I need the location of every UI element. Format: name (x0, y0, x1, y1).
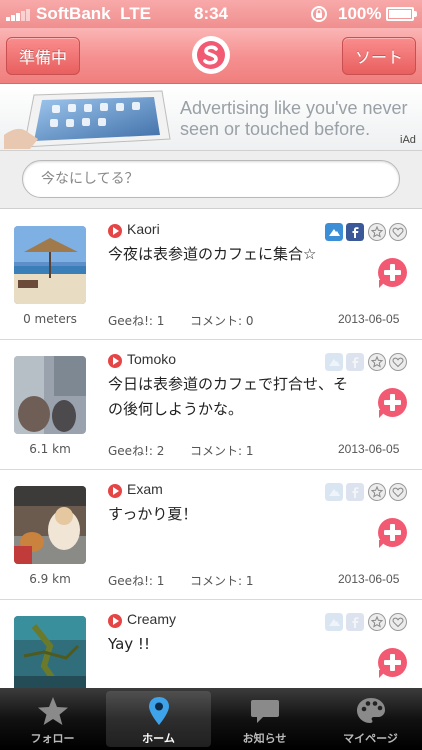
star-icon[interactable] (368, 223, 386, 241)
tab-notifications[interactable]: お知らせ (212, 688, 317, 750)
post-feed[interactable]: 0 meters Kaori 今夜は表参道のカフェに集合☆ Geeね!: 1 コ… (0, 210, 422, 688)
iad-badge: iAd (400, 134, 416, 146)
post-message: Yay !! (108, 635, 150, 653)
play-icon[interactable] (108, 614, 122, 628)
navigation-bar: 準備中 ソート (0, 28, 422, 84)
facebook-icon (346, 613, 364, 631)
list-item[interactable]: Creamy Yay !! (0, 600, 422, 688)
play-icon[interactable] (108, 224, 122, 238)
add-comment-button[interactable] (378, 518, 407, 548)
like-count[interactable]: Geeね!: 1 (108, 312, 164, 329)
status-input[interactable] (22, 160, 400, 198)
facebook-icon (346, 353, 364, 371)
play-icon[interactable] (108, 354, 122, 368)
ipad-image (4, 90, 171, 149)
post-message: 今夜は表参道のカフェに集合☆ (108, 245, 317, 263)
rotation-lock-icon (311, 6, 327, 22)
battery-icon (386, 7, 414, 21)
post-thumbnail[interactable] (14, 356, 86, 434)
star-icon[interactable] (368, 353, 386, 371)
tab-mypage[interactable]: マイページ (318, 688, 422, 750)
heart-icon[interactable] (389, 223, 407, 241)
list-item[interactable]: 6.1 km Tomoko 今日は表参道のカフェで打合せ、その後何しようかな。 … (0, 340, 422, 470)
tab-home-label: ホーム (142, 732, 175, 745)
post-date: 2013-06-05 (338, 312, 400, 326)
facebook-icon (346, 483, 364, 501)
user-name[interactable]: Creamy (127, 611, 176, 627)
user-name[interactable]: Tomoko (127, 351, 176, 367)
heart-icon[interactable] (389, 613, 407, 631)
map-pin-icon (149, 697, 169, 725)
cloud-icon (325, 613, 343, 631)
post-thumbnail[interactable] (14, 616, 86, 688)
palette-icon (357, 698, 385, 723)
post-thumbnail[interactable] (14, 226, 86, 304)
like-count[interactable]: Geeね!: 1 (108, 572, 164, 589)
user-name[interactable]: Exam (127, 481, 163, 497)
status-input-area (0, 151, 422, 209)
add-comment-button[interactable] (378, 648, 407, 678)
star-icon (38, 697, 68, 725)
user-name[interactable]: Kaori (127, 221, 160, 237)
like-count[interactable]: Geeね!: 2 (108, 442, 164, 459)
distance-label: 6.9 km (29, 572, 71, 586)
star-icon[interactable] (368, 613, 386, 631)
list-item[interactable]: 0 meters Kaori 今夜は表参道のカフェに集合☆ Geeね!: 1 コ… (0, 210, 422, 340)
list-item[interactable]: 6.9 km Exam すっかり夏！ Geeね!: 1 コメント: 1 2013… (0, 470, 422, 600)
ad-headline-line2: seen or touched before. (180, 119, 371, 139)
post-date: 2013-06-05 (338, 442, 400, 456)
tab-mypage-label: マイページ (343, 732, 398, 745)
iad-banner[interactable]: Advertising like you've never seen or to… (0, 85, 422, 151)
distance-label: 0 meters (23, 312, 77, 326)
tab-home[interactable]: ホーム (106, 691, 211, 747)
s-logo-icon (192, 36, 230, 74)
post-date: 2013-06-05 (338, 572, 400, 586)
heart-icon[interactable] (389, 353, 407, 371)
distance-label: 6.1 km (29, 442, 71, 456)
play-icon[interactable] (108, 484, 122, 498)
tab-follow-label: フォロー (30, 732, 75, 745)
star-icon[interactable] (368, 483, 386, 501)
cloud-icon (325, 353, 343, 371)
tab-notifications-label: お知らせ (242, 732, 287, 745)
cloud-icon (325, 223, 343, 241)
tab-follow[interactable]: フォロー (0, 688, 105, 750)
add-comment-button[interactable] (378, 388, 407, 418)
preparing-button[interactable]: 準備中 (6, 37, 80, 75)
comment-count[interactable]: コメント: 1 (190, 442, 254, 459)
tab-bar: フォロー ホーム お知らせ マイページ (0, 688, 422, 750)
battery-percent: 100% (338, 4, 382, 23)
comment-count[interactable]: コメント: 0 (190, 312, 254, 329)
post-message: すっかり夏！ (108, 505, 198, 523)
speech-bubble-icon (251, 700, 279, 723)
status-bar: SoftBank LTE 8:34 100% (0, 0, 422, 28)
post-message: 今日は表参道のカフェで打合せ、その後何しようかな。 (108, 375, 349, 418)
comment-count[interactable]: コメント: 1 (190, 572, 254, 589)
ad-headline-line1: Advertising like you've never (180, 98, 408, 118)
heart-icon[interactable] (389, 483, 407, 501)
cloud-icon (325, 483, 343, 501)
sort-button[interactable]: ソート (342, 37, 416, 75)
facebook-icon (346, 223, 364, 241)
post-thumbnail[interactable] (14, 486, 86, 564)
add-comment-button[interactable] (378, 258, 407, 288)
